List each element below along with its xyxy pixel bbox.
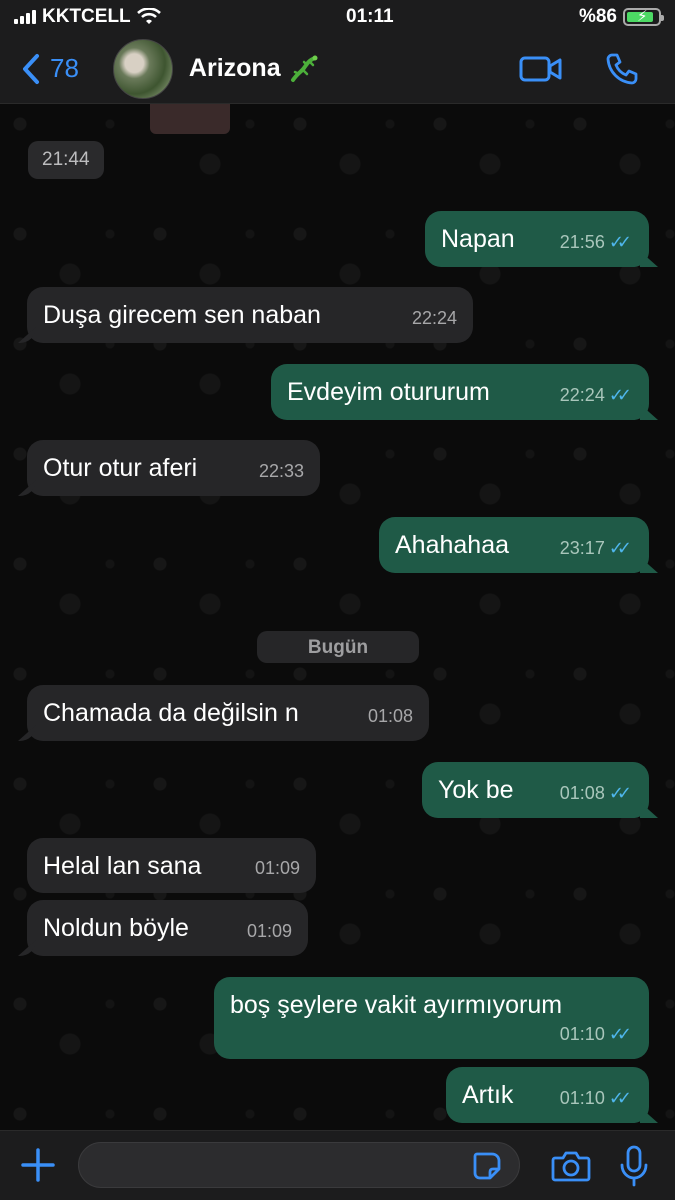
message-bubble-in[interactable]: Noldun böyle 01:09	[27, 900, 308, 956]
wifi-icon	[136, 8, 161, 24]
message-time: 01:08	[367, 706, 413, 726]
message-text: Yok be	[438, 776, 514, 804]
read-ticks-icon: ✓✓	[608, 783, 632, 803]
message-text: Noldun böyle	[43, 914, 189, 942]
message-bubble-in[interactable]: Duşa girecem sen naban 22:24	[27, 287, 473, 343]
carrier-label: KKTCELL	[42, 6, 131, 27]
microphone-icon[interactable]	[618, 1145, 650, 1187]
camera-icon[interactable]	[551, 1149, 591, 1183]
chevron-left-icon	[23, 53, 39, 84]
message-bubble-out[interactable]: Artık 01:10 ✓✓	[446, 1067, 649, 1123]
message-bubble-out[interactable]: boş şeylere vakit ayırmıyorum 01:10 ✓✓	[214, 977, 649, 1059]
message-time: 22:24	[411, 308, 457, 328]
back-button[interactable]: 78	[20, 53, 79, 85]
status-bar: KKTCELL 01:11 %86 ⚡	[0, 0, 675, 34]
lizard-icon	[290, 55, 318, 82]
battery-percent: %86	[578, 6, 617, 27]
phone-icon[interactable]	[605, 52, 639, 86]
message-input[interactable]	[78, 1142, 520, 1188]
message-text: Chamada da değilsin n	[43, 699, 299, 727]
date-divider: Bugün	[257, 631, 419, 663]
read-ticks-icon: ✓✓	[608, 1024, 632, 1044]
contact-title[interactable]: Arizona	[189, 54, 319, 84]
message-meta: 01:10 ✓✓	[560, 1019, 632, 1049]
clock: 01:11	[346, 6, 394, 27]
message-meta: 01:10 ✓✓	[560, 1083, 632, 1113]
avatar[interactable]	[112, 38, 173, 99]
message-time: 01:09	[246, 921, 292, 941]
message-bubble-out[interactable]: Yok be 01:08 ✓✓	[422, 762, 649, 818]
previous-image-message[interactable]	[150, 104, 230, 134]
video-call-icon[interactable]	[519, 54, 563, 84]
message-bubble-out[interactable]: Napan 21:56 ✓✓	[425, 211, 649, 267]
composer-bar	[0, 1130, 675, 1200]
carrier-group: KKTCELL	[14, 6, 161, 28]
message-bubble-in[interactable]: Otur otur aferi 22:33	[27, 440, 320, 496]
message-meta: 22:24 ✓✓	[560, 380, 632, 410]
time-label: 21:44	[28, 141, 104, 179]
read-ticks-icon: ✓✓	[608, 232, 632, 252]
read-ticks-icon: ✓✓	[608, 1088, 632, 1108]
sticker-icon[interactable]	[472, 1151, 502, 1181]
message-text: Ahahahaa	[395, 531, 510, 559]
message-text: Duşa girecem sen naban	[43, 301, 321, 329]
message-text: Otur otur aferi	[43, 454, 198, 482]
message-list[interactable]: 21:44 Napan 21:56 ✓✓ Duşa girecem sen nab…	[0, 104, 675, 1130]
message-time: 01:09	[254, 858, 300, 878]
message-bubble-in[interactable]: Helal lan sana 01:09	[27, 838, 316, 893]
message-text: boş şeylere vakit ayırmıyorum	[230, 991, 563, 1019]
message-meta: 21:56 ✓✓	[560, 227, 632, 257]
contact-name: Arizona	[188, 54, 281, 82]
message-text: Evdeyim otururum	[287, 378, 490, 406]
message-bubble-in[interactable]: Chamada da değilsin n 01:08	[27, 685, 429, 741]
header-actions	[519, 52, 639, 86]
battery-group: %86 ⚡	[578, 6, 664, 28]
message-bubble-out[interactable]: Ahahahaa 23:17 ✓✓	[379, 517, 649, 573]
message-bubble-out[interactable]: Evdeyim otururum 22:24 ✓✓	[271, 364, 649, 420]
plus-icon[interactable]	[18, 1145, 58, 1185]
message-text: Artık	[462, 1081, 514, 1109]
message-text: Helal lan sana	[43, 852, 202, 880]
battery-icon: ⚡	[622, 8, 664, 26]
message-time: 22:33	[258, 461, 304, 481]
read-ticks-icon: ✓✓	[608, 538, 632, 558]
message-text: Napan	[441, 225, 515, 253]
message-meta: 01:08 ✓✓	[560, 778, 632, 808]
read-ticks-icon: ✓✓	[608, 385, 632, 405]
signal-icon	[14, 10, 36, 24]
chat-header: 78 Arizona	[0, 34, 675, 104]
unread-count: 78	[50, 53, 79, 83]
message-meta: 23:17 ✓✓	[560, 533, 632, 563]
